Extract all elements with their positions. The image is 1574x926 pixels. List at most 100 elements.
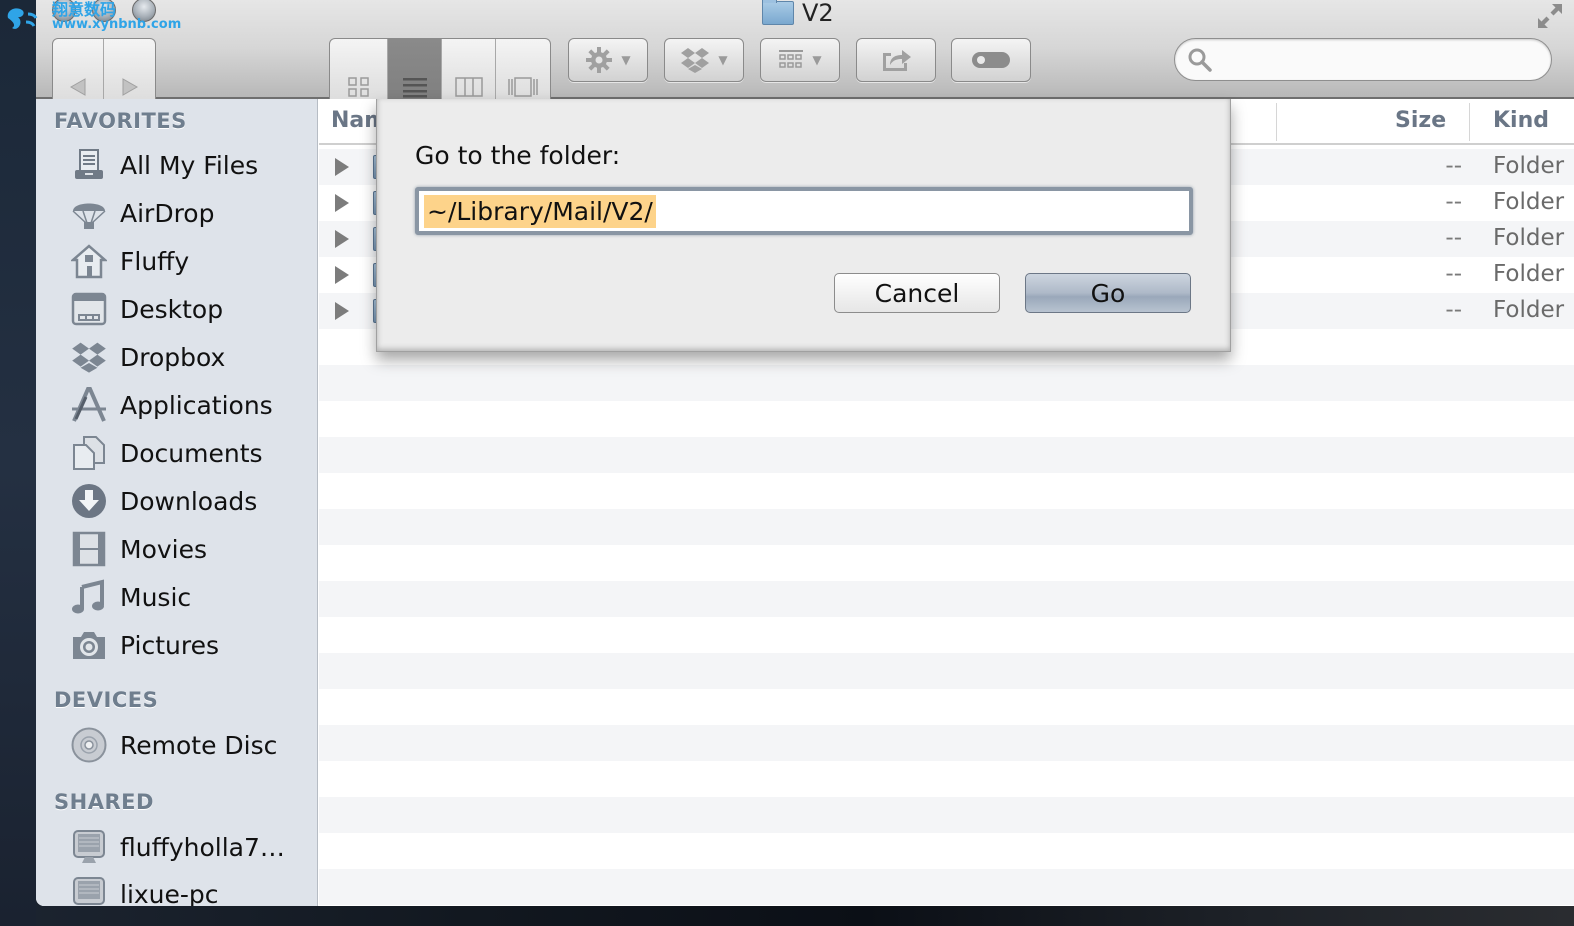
empty-row	[319, 689, 1574, 725]
home-icon	[70, 242, 108, 280]
empty-row	[319, 761, 1574, 797]
sidebar-item-label: AirDrop	[120, 198, 215, 228]
search-input[interactable]	[1221, 45, 1541, 75]
file-kind: Folder	[1493, 297, 1565, 323]
window-title-text: V2	[802, 0, 834, 27]
toggle-pill-icon	[972, 52, 1010, 68]
sidebar-item-label: Dropbox	[120, 342, 226, 372]
sidebar-item-documents[interactable]: Documents	[70, 431, 263, 475]
empty-row	[319, 653, 1574, 689]
empty-row	[319, 581, 1574, 617]
column-view-icon	[454, 76, 483, 97]
disclosure-triangle-icon[interactable]	[335, 230, 349, 248]
window-title: V2	[762, 0, 834, 28]
empty-row	[319, 545, 1574, 581]
watermark-title: 翔意数码	[52, 0, 117, 19]
share-icon	[883, 50, 911, 71]
watermark-url: www.xynbnb.com	[52, 17, 182, 32]
disclosure-triangle-icon[interactable]	[335, 194, 349, 212]
finder-window: V2 ▼ ▼ ▼ FAVORITES All My Files AirDrop …	[36, 0, 1574, 906]
icon-view-icon	[347, 76, 369, 97]
back-arrow-icon	[69, 77, 86, 96]
list-view-icon	[402, 77, 427, 97]
search-field[interactable]	[1174, 38, 1552, 81]
sidebar-item-desktop[interactable]: Desktop	[70, 287, 223, 331]
empty-row	[319, 509, 1574, 545]
sidebar-item-label: All My Files	[120, 150, 259, 180]
applications-icon	[70, 386, 108, 424]
dialog-label: Go to the folder:	[415, 141, 621, 170]
sidebar-item-music[interactable]: Music	[70, 575, 191, 619]
fullscreen-icon[interactable]	[1536, 2, 1564, 30]
file-size: --	[1445, 297, 1462, 323]
sidebar-section-favorites: FAVORITES	[54, 109, 187, 133]
sidebar-item-label: Movies	[120, 534, 208, 564]
sidebar-item-label: Downloads	[120, 486, 258, 516]
go-button[interactable]: Go	[1025, 273, 1191, 313]
sidebar-item-label: Fluffy	[120, 246, 190, 276]
file-kind: Folder	[1493, 261, 1565, 287]
empty-row	[319, 833, 1574, 869]
sidebar-item-all-my-files[interactable]: All My Files	[70, 143, 258, 187]
column-header-kind[interactable]: Kind	[1493, 108, 1549, 133]
downloads-icon	[70, 482, 108, 520]
sidebar-section-devices: DEVICES	[54, 688, 159, 712]
arrange-menu-button[interactable]: ▼	[760, 38, 840, 82]
disclosure-triangle-icon[interactable]	[335, 266, 349, 284]
folder-icon	[762, 0, 794, 25]
sidebar-item-fluffy[interactable]: Fluffy	[70, 239, 189, 283]
sidebar-item-label: Documents	[120, 438, 263, 468]
sidebar-item-pictures[interactable]: Pictures	[70, 623, 219, 667]
chevron-down-icon: ▼	[812, 53, 822, 67]
dropbox-menu-button[interactable]: ▼	[664, 38, 744, 82]
sidebar-item-shared-computer[interactable]: lixue-pc	[70, 872, 219, 906]
share-button[interactable]	[856, 38, 936, 82]
sidebar: FAVORITES All My Files AirDrop Fluffy De…	[36, 99, 318, 906]
forward-arrow-icon	[122, 77, 138, 96]
sidebar-item-dropbox[interactable]: Dropbox	[70, 335, 225, 379]
chevron-down-icon: ▼	[718, 53, 728, 67]
sidebar-section-shared: SHARED	[54, 790, 154, 814]
column-divider[interactable]	[1276, 103, 1277, 141]
sidebar-item-shared-computer[interactable]: fluffyholla7…	[70, 825, 285, 869]
sidebar-item-movies[interactable]: Movies	[70, 527, 207, 571]
go-to-folder-dialog: Go to the folder: ~/Library/Mail/V2/ Can…	[376, 99, 1231, 352]
selected-path-text: ~/Library/Mail/V2/	[424, 195, 656, 228]
empty-row	[319, 437, 1574, 473]
column-header-size[interactable]: Size	[1395, 108, 1446, 133]
search-icon	[1188, 48, 1212, 72]
computer-icon	[70, 875, 108, 906]
watermark: 翔意数码 www.xynbnb.com	[4, 2, 181, 32]
sidebar-item-downloads[interactable]: Downloads	[70, 479, 257, 523]
empty-row	[319, 617, 1574, 653]
sidebar-item-airdrop[interactable]: AirDrop	[70, 191, 214, 235]
file-kind: Folder	[1493, 225, 1565, 251]
gear-icon	[586, 47, 613, 73]
folder-path-input[interactable]: ~/Library/Mail/V2/	[415, 187, 1193, 235]
cancel-button[interactable]: Cancel	[834, 273, 1000, 313]
disclosure-triangle-icon[interactable]	[335, 158, 349, 176]
music-icon	[70, 578, 108, 616]
documents-icon	[70, 434, 108, 472]
pictures-icon	[70, 626, 108, 664]
toggle-toolbar-button[interactable]	[951, 38, 1031, 82]
sidebar-item-label: Pictures	[120, 630, 219, 660]
sidebar-item-remote-disc[interactable]: Remote Disc	[70, 723, 277, 767]
disclosure-triangle-icon[interactable]	[335, 302, 349, 320]
empty-row	[319, 473, 1574, 509]
column-divider[interactable]	[1469, 103, 1470, 141]
dropbox-icon	[681, 48, 710, 73]
arrange-grid-icon	[779, 50, 804, 68]
desktop-icon	[70, 290, 108, 328]
sidebar-item-label: Music	[120, 582, 192, 612]
sidebar-item-label: lixue-pc	[120, 879, 219, 907]
chevron-down-icon: ▼	[621, 53, 631, 67]
action-menu-button[interactable]: ▼	[568, 38, 648, 82]
sidebar-item-label: Desktop	[120, 294, 224, 324]
sidebar-item-applications[interactable]: Applications	[70, 383, 273, 427]
computer-icon	[70, 828, 108, 866]
cover-flow-icon	[508, 76, 538, 97]
file-kind: Folder	[1493, 189, 1565, 215]
file-size: --	[1445, 153, 1462, 179]
file-size: --	[1445, 261, 1462, 287]
